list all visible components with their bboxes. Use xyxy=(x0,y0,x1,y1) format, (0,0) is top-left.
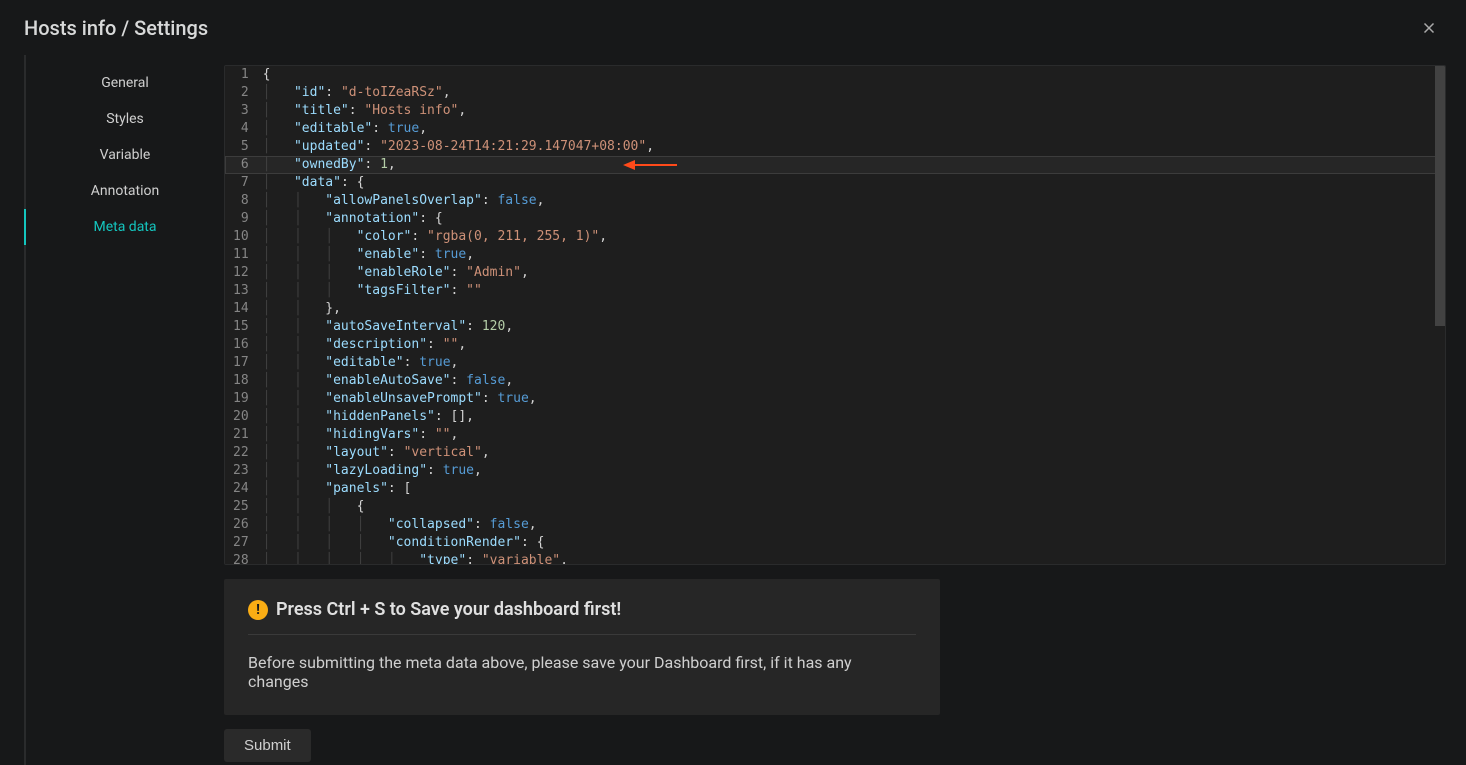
json-editor[interactable]: 1 2 3 4 5 6 7 8 9 10 11 12 13 14 15 16 1… xyxy=(224,65,1446,565)
warning-icon: ! xyxy=(248,600,268,620)
tab-annotation[interactable]: Annotation xyxy=(24,173,224,209)
editor-scrollbar[interactable] xyxy=(1435,66,1445,564)
alert-body: Before submitting the meta data above, p… xyxy=(248,653,916,691)
submit-button[interactable]: Submit xyxy=(224,729,311,762)
editor-gutter: 1 2 3 4 5 6 7 8 9 10 11 12 13 14 15 16 1… xyxy=(225,66,263,564)
tab-general[interactable]: General xyxy=(24,65,224,101)
settings-tabs: General Styles Variable Annotation Meta … xyxy=(24,55,224,765)
close-button[interactable] xyxy=(1416,15,1442,41)
tab-metadata[interactable]: Meta data xyxy=(24,209,224,245)
scrollbar-thumb[interactable] xyxy=(1435,66,1445,326)
alert-title: Press Ctrl + S to Save your dashboard fi… xyxy=(276,599,621,620)
page-title: Hosts info / Settings xyxy=(24,16,208,40)
tab-variable[interactable]: Variable xyxy=(24,137,224,173)
close-icon xyxy=(1420,19,1438,37)
editor-code[interactable]: {│ "id": "d-toIZeaRSz",│ "title": "Hosts… xyxy=(263,66,1445,564)
save-warning-alert: ! Press Ctrl + S to Save your dashboard … xyxy=(224,579,940,715)
tab-styles[interactable]: Styles xyxy=(24,101,224,137)
